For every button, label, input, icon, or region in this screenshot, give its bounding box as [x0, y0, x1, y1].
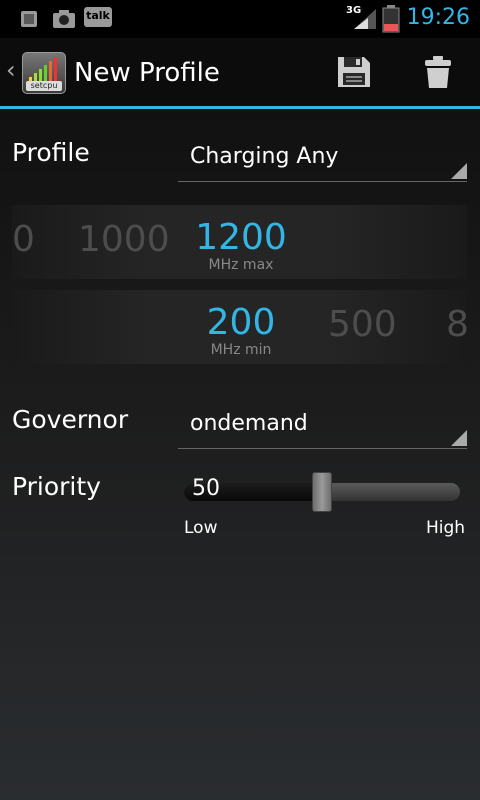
picker-option[interactable]: 0	[12, 219, 35, 260]
picker-option[interactable]: 500	[328, 304, 397, 345]
priority-high-label: High	[426, 518, 466, 538]
picker-selected-value[interactable]: 200	[188, 302, 294, 343]
save-icon	[338, 57, 370, 87]
profile-label: Profile	[12, 138, 90, 167]
picker-unit: MHz min	[210, 342, 272, 358]
delete-button[interactable]	[408, 42, 468, 102]
talk-icon: talk	[84, 7, 112, 27]
spinner-underline	[178, 181, 467, 182]
picker-unit: MHz max	[208, 257, 274, 273]
dropdown-corner-icon	[451, 430, 467, 446]
trash-icon	[425, 56, 451, 88]
max-frequency-picker[interactable]: 0 1000 1200 MHz max	[12, 205, 467, 279]
priority-slider[interactable]: 50	[184, 472, 460, 512]
page-title: New Profile	[74, 58, 220, 88]
slider-thumb[interactable]	[312, 472, 332, 512]
priority-low-label: Low	[184, 518, 218, 538]
governor-value: ondemand	[190, 411, 308, 436]
app-icon[interactable]: setcpu	[22, 52, 66, 94]
profile-spinner[interactable]: Charging Any	[178, 142, 467, 182]
sdcard-icon	[21, 11, 37, 27]
action-bar-divider	[0, 106, 480, 109]
picker-selected-value[interactable]: 1200	[188, 217, 294, 258]
governor-label: Governor	[12, 405, 129, 434]
picker-option[interactable]: 8	[446, 304, 467, 345]
clock: 19:26	[406, 5, 470, 30]
picker-option[interactable]: 1000	[78, 219, 170, 260]
spinner-underline	[178, 448, 467, 449]
app-icon-label: setcpu	[26, 81, 62, 91]
governor-spinner[interactable]: ondemand	[178, 409, 467, 449]
profile-value: Charging Any	[190, 144, 339, 169]
priority-value: 50	[192, 476, 220, 501]
talk-label: talk	[86, 9, 110, 22]
signal-icon	[354, 9, 376, 29]
camera-icon	[53, 10, 75, 28]
min-frequency-picker[interactable]: 200 MHz min 500 8	[12, 290, 467, 364]
back-chevron-icon[interactable]: ‹	[6, 56, 16, 84]
save-button[interactable]	[324, 42, 384, 102]
priority-label: Priority	[12, 472, 101, 501]
battery-icon	[382, 5, 400, 33]
status-bar: talk 3G 19:26	[0, 0, 480, 38]
dropdown-corner-icon	[451, 163, 467, 179]
